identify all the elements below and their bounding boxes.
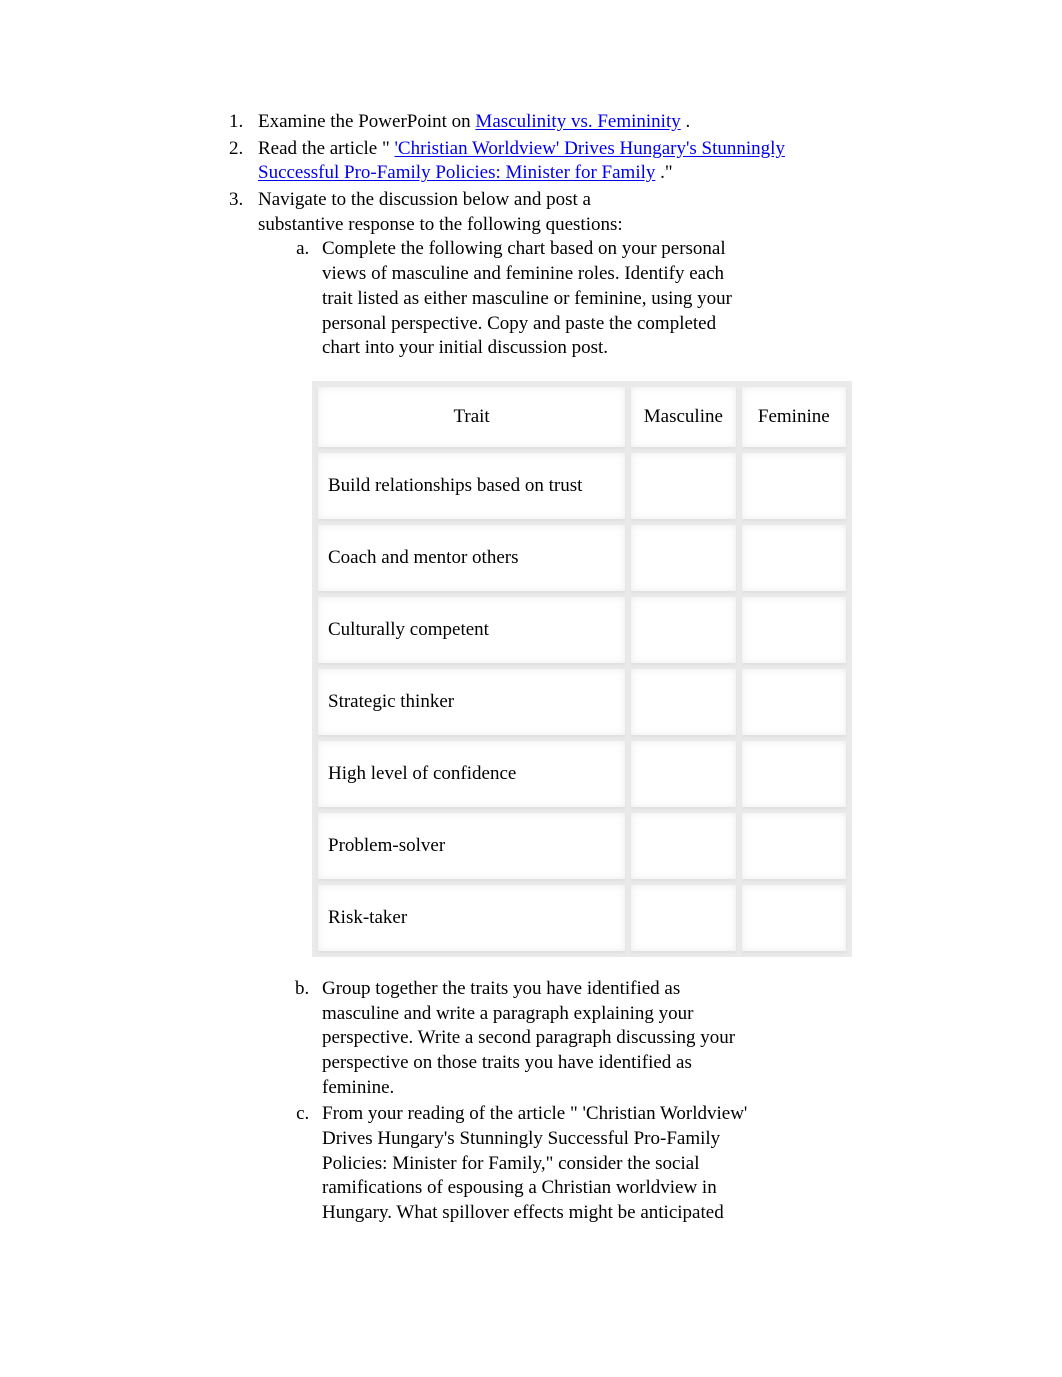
cell-masculine[interactable] [631,453,735,519]
cell-trait: Problem-solver [318,813,625,879]
list-item-1: Examine the PowerPoint on Masculinity vs… [248,110,860,135]
item2-suffix: ." [660,162,673,183]
table-row: High level of confidence [318,741,846,807]
cell-trait: Strategic thinker [318,669,625,735]
cell-trait: Build relationships based on trust [318,453,625,519]
header-trait: Trait [318,387,625,447]
sub-item-a: Complete the following chart based on yo… [314,237,860,956]
cell-masculine[interactable] [631,597,735,663]
traits-table: Trait Masculine Feminine Build relations… [312,381,852,957]
cell-feminine[interactable] [742,453,846,519]
table-row: Problem-solver [318,813,846,879]
main-list: Examine the PowerPoint on Masculinity vs… [180,110,860,1226]
cell-feminine[interactable] [742,669,846,735]
document-content: Examine the PowerPoint on Masculinity vs… [0,0,920,1288]
table-row: Strategic thinker [318,669,846,735]
cell-masculine[interactable] [631,741,735,807]
cell-trait: Culturally competent [318,597,625,663]
item1-prefix: Examine the PowerPoint on [258,111,475,132]
sub-item-b: Group together the traits you have ident… [314,977,860,1100]
table-header-row: Trait Masculine Feminine [318,387,846,447]
table-row: Coach and mentor others [318,525,846,591]
cell-trait: Coach and mentor others [318,525,625,591]
cell-masculine[interactable] [631,813,735,879]
cell-trait: Risk-taker [318,885,625,951]
sub-item-c-text: From your reading of the article " 'Chri… [322,1102,752,1225]
header-feminine: Feminine [742,387,846,447]
cell-masculine[interactable] [631,885,735,951]
table-row: Risk-taker [318,885,846,951]
list-item-2: Read the article " 'Christian Worldview'… [248,137,860,186]
sub-item-b-text: Group together the traits you have ident… [322,977,752,1100]
item1-suffix: . [685,111,690,132]
cell-masculine[interactable] [631,669,735,735]
table-row: Culturally competent [318,597,846,663]
cell-feminine[interactable] [742,741,846,807]
item3-intro: Navigate to the discussion below and pos… [258,188,658,237]
cell-feminine[interactable] [742,885,846,951]
list-item-3: Navigate to the discussion below and pos… [248,188,860,1226]
link-masculinity-femininity[interactable]: Masculinity vs. Femininity [475,111,680,132]
item2-prefix: Read the article " [258,138,390,159]
cell-feminine[interactable] [742,597,846,663]
sub-item-c: From your reading of the article " 'Chri… [314,1102,860,1225]
header-masculine: Masculine [631,387,735,447]
cell-masculine[interactable] [631,525,735,591]
cell-feminine[interactable] [742,525,846,591]
sub-item-a-text: Complete the following chart based on yo… [322,237,752,360]
cell-trait: High level of confidence [318,741,625,807]
sub-list: Complete the following chart based on yo… [258,237,860,1225]
cell-feminine[interactable] [742,813,846,879]
traits-table-wrap: Trait Masculine Feminine Build relations… [312,381,852,957]
table-row: Build relationships based on trust [318,453,846,519]
